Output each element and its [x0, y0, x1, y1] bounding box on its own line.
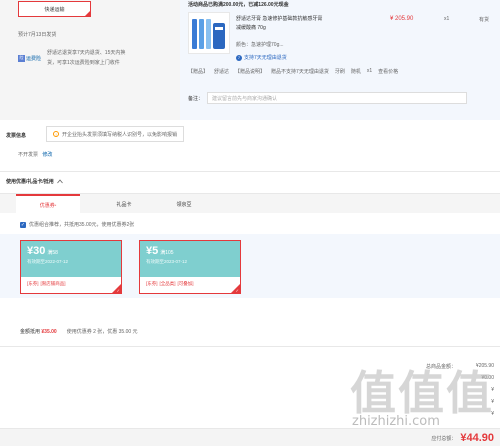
- gift-brand: 舒适达: [214, 69, 230, 75]
- gift-qty: x1: [366, 68, 373, 74]
- invoice-status: 不开发票 修改: [18, 151, 52, 158]
- product-image[interactable]: [188, 12, 230, 54]
- coupon-header[interactable]: 使用优惠/礼品卡/抵用: [6, 178, 63, 185]
- section-divider: [0, 171, 500, 172]
- express-delivery-button[interactable]: 快递运输: [18, 1, 91, 17]
- coupon-tabs: 优惠券 * 礼品卡 领京豆: [0, 193, 500, 214]
- remark-input[interactable]: 建议留言前先与商家沟通确认: [207, 92, 468, 104]
- promo-line: 活动商品已购满200.00元，已减126.00元现金: [188, 2, 289, 8]
- product-item: 舒适达牙膏 急速修护基础款抗敏感牙膏 减缓酸痛 70g 颜色：急速护理70g..…: [188, 12, 500, 76]
- payable-total: 应付总额： ¥44.90: [431, 432, 494, 444]
- coupon-tag: [限店铺商品]: [40, 281, 66, 286]
- gift-line: 【赠品】 舒适达 【赠品说明】 赠品不支持7天无理由退货 牙刷 随机 x1 查看…: [188, 68, 398, 75]
- coupon-tag: [东券]: [27, 281, 39, 286]
- coupon-condition: 满105: [160, 250, 174, 256]
- product-panel: 活动商品已购满200.00元，已减126.00元现金 舒适达牙膏 急速修护基础款…: [180, 0, 500, 120]
- invoice-title: 发票信息: [6, 133, 27, 139]
- product-stock: 有货: [479, 17, 490, 23]
- coupon-tags: [东券] [全品类] [可叠加]: [140, 277, 240, 294]
- service-description: 舒适达退货享7天内退货、15天内换货，可享1次运费险到家上门收件: [47, 50, 126, 66]
- gift-note-tag: 【赠品说明】: [235, 69, 266, 75]
- gift-note: 赠品不支持7天无理由退货: [271, 69, 329, 75]
- coupon-face: ¥30 满58 有效期至2022-07-12: [21, 241, 121, 277]
- coupon-title: 使用优惠/礼品卡/抵用: [6, 179, 54, 185]
- product-price: ¥ 205.90: [390, 16, 414, 22]
- coupon-face: ¥5 满105 有效期至2023-07-12: [140, 241, 240, 277]
- payable-bar: 应付总额： ¥44.90: [0, 428, 500, 446]
- remark-label: 备注：: [188, 95, 204, 102]
- combo-text: 优惠组合推荐，共抵用35.00元，使用优惠券2张: [29, 222, 135, 228]
- coupon-tag: [东券]: [146, 281, 158, 286]
- coupon-tag: [全品类]: [159, 281, 176, 286]
- shipping-panel: 快递运输 预计7月13日发货 险 运费险 舒适达退货享7天内退货、15天内换货，…: [0, 0, 180, 120]
- gift-price-link[interactable]: 查看价格: [378, 68, 398, 75]
- product-title[interactable]: 舒适达牙膏 急速修护基础款抗敏感牙膏 减缓酸痛 70g: [236, 15, 328, 33]
- shipping-insurance-badge[interactable]: 险 运费险: [18, 48, 41, 68]
- coupon-condition: 满58: [47, 250, 58, 256]
- product-quantity: x1: [444, 16, 450, 22]
- invoice-section: 发票信息 ! 开企业抬头发票须填写纳税人识别号，以免影响报销 不开发票 修改: [0, 126, 500, 166]
- gift-item: 牙刷: [334, 69, 345, 75]
- check-icon: ✓: [116, 288, 120, 293]
- tab-gift-cards[interactable]: 礼品卡: [92, 194, 156, 214]
- tab-coupons-star: *: [54, 202, 57, 208]
- estimated-ship-date: 预计7月13日发货: [18, 32, 57, 38]
- coupon-used-info: 使用优惠券 2 张，优惠 35.00 元: [66, 329, 138, 335]
- return-policy-text: 支持7天无理由退货: [244, 55, 287, 61]
- invoice-status-text: 不开发票: [18, 152, 39, 158]
- tab-coupons-label: 优惠券: [39, 202, 55, 209]
- coupon-validity: 有效期至2023-07-12: [146, 259, 188, 264]
- return-policy: 7 支持7天无理由退货: [236, 54, 287, 61]
- info-icon: !: [53, 131, 59, 137]
- discount-row: 金额抵用 ¥35.00 使用优惠券 2 张，优惠 35.00 元: [20, 328, 138, 335]
- insurance-icon: 险: [18, 54, 25, 62]
- gift-tag: 【赠品】: [188, 69, 209, 75]
- coupon-tag: [可叠加]: [177, 281, 194, 286]
- invoice-tip-text: 开企业抬头发票须填写纳税人识别号，以免影响报销: [62, 131, 178, 138]
- payable-label: 应付总额：: [431, 435, 457, 442]
- insurance-label: 运费险: [26, 55, 42, 62]
- coupon-card[interactable]: ¥30 满58 有效期至2022-07-12 [东券] [限店铺商品] ✓: [20, 240, 122, 294]
- service-row: 险 运费险 舒适达退货享7天内退货、15天内换货，可享1次运费险到家上门收件: [18, 48, 135, 68]
- tab-gift-cards-label: 礼品卡: [116, 201, 132, 208]
- invoice-edit-link[interactable]: 修改: [42, 152, 52, 158]
- coupon-amount: ¥30: [27, 245, 46, 257]
- check-icon: ✓: [235, 288, 239, 293]
- toothpaste-icon: [192, 19, 225, 49]
- discount-summary: 金额抵用 ¥35.00: [20, 328, 57, 335]
- coupon-card[interactable]: ¥5 满105 有效期至2023-07-12 [东券] [全品类] [可叠加] ✓: [139, 240, 241, 294]
- return-icon: 7: [236, 54, 242, 61]
- gift-style: 随机: [350, 69, 361, 75]
- watermark-logo: 值值值: [350, 366, 494, 420]
- color-value: 急速护理70g...: [251, 42, 284, 48]
- color-label: 颜色：: [236, 42, 252, 48]
- watermark-url: zhizhizhi.com: [352, 414, 440, 429]
- combo-checkbox[interactable]: ✓: [20, 221, 26, 228]
- combo-recommendation[interactable]: ✓ 优惠组合推荐，共抵用35.00元，使用优惠券2张: [20, 221, 134, 228]
- discount-label: 金额抵用: [20, 329, 41, 335]
- chevron-up-icon: [56, 179, 63, 184]
- coupon-validity: 有效期至2022-07-12: [27, 259, 69, 264]
- invoice-tip: ! 开企业抬头发票须填写纳税人识别号，以免影响报销: [46, 126, 185, 142]
- section-divider: [0, 346, 500, 347]
- tab-beans-label: 领京豆: [176, 201, 192, 208]
- coupon-tags: [东券] [限店铺商品]: [21, 277, 121, 294]
- remark-row: 备注： 建议留言前先与商家沟通确认: [188, 92, 468, 104]
- product-color: 颜色：急速护理70g...: [236, 41, 284, 48]
- coupon-list: ¥30 满58 有效期至2022-07-12 [东券] [限店铺商品] ✓ ¥5 满…: [0, 234, 500, 298]
- discount-amount: ¥35.00: [41, 329, 57, 335]
- tab-coupons[interactable]: 优惠券 *: [16, 194, 80, 214]
- payable-amount: ¥44.90: [460, 432, 494, 444]
- tab-beans[interactable]: 领京豆: [152, 194, 216, 214]
- coupon-amount: ¥5: [146, 245, 159, 257]
